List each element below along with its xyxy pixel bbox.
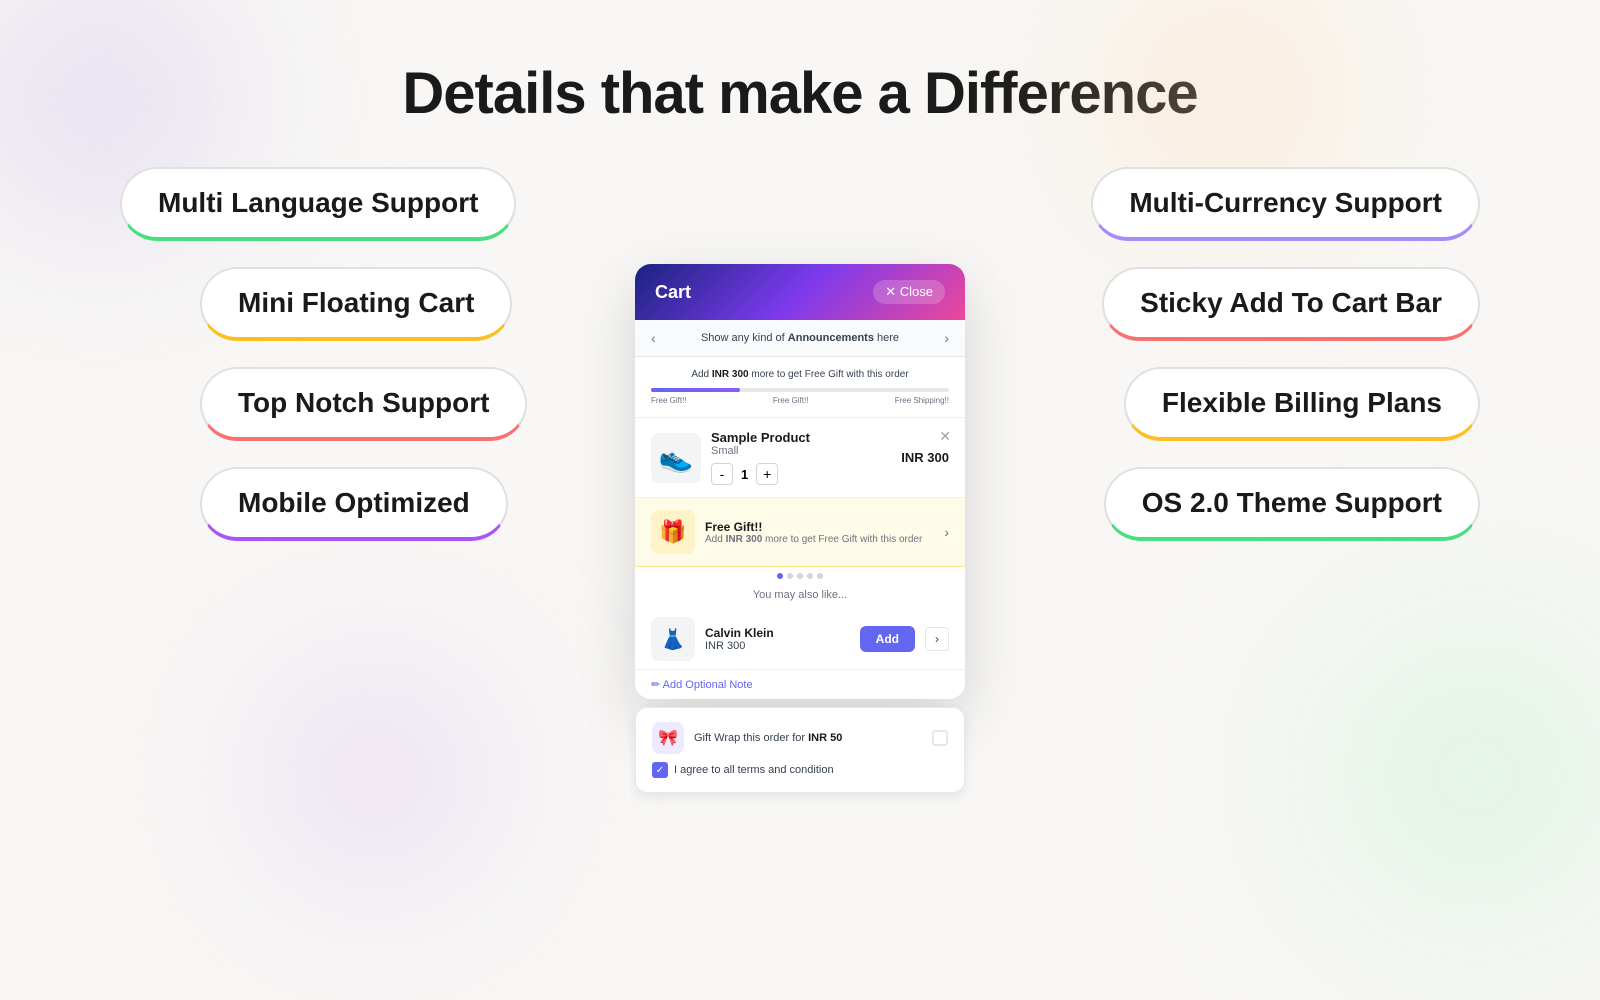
feature-label: Multi Language Support xyxy=(158,187,478,219)
feature-label: Mobile Optimized xyxy=(238,487,470,519)
rec-name: Calvin Klein xyxy=(705,626,850,640)
announcement-next[interactable]: › xyxy=(944,330,949,346)
progress-labels: Free Gift!! Free Gift!! Free Shipping!! xyxy=(651,396,949,405)
feature-label: Flexible Billing Plans xyxy=(1162,387,1442,419)
qty-value: 1 xyxy=(741,467,748,482)
terms-checkbox[interactable]: ✓ xyxy=(652,762,668,778)
progress-bar-track xyxy=(651,388,949,392)
gift-details: Free Gift!! Add INR 300 more to get Free… xyxy=(705,520,934,545)
feature-pill-sticky-cart[interactable]: Sticky Add To Cart Bar xyxy=(1102,267,1480,341)
rec-details: Calvin Klein INR 300 xyxy=(705,626,850,652)
qty-decrease[interactable]: - xyxy=(711,463,733,485)
feature-pill-multi-currency[interactable]: Multi-Currency Support xyxy=(1091,167,1480,241)
announcement-bar: ‹ Show any kind of Announcements here › xyxy=(635,320,965,357)
progress-bar-fill xyxy=(651,388,740,392)
announcement-text: Show any kind of Announcements here xyxy=(656,332,945,344)
progress-label-2: Free Gift!! xyxy=(773,396,809,405)
phone-mockup: Cart ✕ Close ‹ Show any kind of Announce… xyxy=(630,264,970,793)
feature-label: Sticky Add To Cart Bar xyxy=(1140,287,1442,319)
cart-modal: Cart ✕ Close ‹ Show any kind of Announce… xyxy=(635,264,965,699)
progress-bar-container xyxy=(651,388,949,392)
gift-name: Free Gift!! xyxy=(705,520,934,534)
gift-wrap-icon: 🎀 xyxy=(652,722,684,754)
cart-title: Cart xyxy=(655,282,691,303)
rec-nav-arrow[interactable]: › xyxy=(925,627,949,651)
rec-dot-4 xyxy=(807,573,813,579)
cart-header: Cart ✕ Close xyxy=(635,264,965,320)
gift-wrap-text: Gift Wrap this order for INR 50 xyxy=(694,732,922,744)
close-button[interactable]: ✕ Close xyxy=(873,280,945,304)
recommendation-item: 👗 Calvin Klein INR 300 Add › xyxy=(635,609,965,670)
content-area: Multi Language Support Mini Floating Car… xyxy=(0,157,1600,900)
item-details: Sample Product Small - 1 + xyxy=(711,430,891,485)
cart-item: 👟 Sample Product Small - 1 + INR 300 ✕ xyxy=(635,418,965,498)
gift-arrow[interactable]: › xyxy=(944,524,949,540)
feature-label: Multi-Currency Support xyxy=(1129,187,1442,219)
cart-bottom-bar: 🎀 Gift Wrap this order for INR 50 ✓ I ag… xyxy=(635,707,965,793)
rec-dot-1 xyxy=(777,573,783,579)
item-remove[interactable]: ✕ xyxy=(939,428,951,445)
qty-increase[interactable]: + xyxy=(756,463,778,485)
recommendation-dots xyxy=(635,567,965,585)
item-image: 👟 xyxy=(651,433,701,483)
rec-price: INR 300 xyxy=(705,640,850,652)
progress-label-1: Free Gift!! xyxy=(651,396,687,405)
item-variant: Small xyxy=(711,445,891,457)
feature-pill-os-theme[interactable]: OS 2.0 Theme Support xyxy=(1104,467,1480,541)
you-may-like: You may also like... xyxy=(635,585,965,609)
page-container: Details that make a Difference Multi Lan… xyxy=(0,0,1600,900)
progress-message: Add INR 300 more to get Free Gift with t… xyxy=(651,369,949,380)
rec-dot-3 xyxy=(797,573,803,579)
progress-label-3: Free Shipping!! xyxy=(895,396,949,405)
rec-image: 👗 xyxy=(651,617,695,661)
feature-pill-top-notch[interactable]: Top Notch Support xyxy=(200,367,527,441)
feature-label: Mini Floating Cart xyxy=(238,287,474,319)
feature-pill-multi-language[interactable]: Multi Language Support xyxy=(120,167,516,241)
add-to-cart-button[interactable]: Add xyxy=(860,626,915,652)
note-label: ✏ Add Optional Note xyxy=(651,678,753,691)
feature-label: Top Notch Support xyxy=(238,387,489,419)
progress-section: Add INR 300 more to get Free Gift with t… xyxy=(635,357,965,418)
rec-dot-5 xyxy=(817,573,823,579)
free-gift-section: 🎁 Free Gift!! Add INR 300 more to get Fr… xyxy=(635,498,965,567)
item-price: INR 300 xyxy=(901,450,949,465)
feature-label: OS 2.0 Theme Support xyxy=(1142,487,1442,519)
gift-desc: Add INR 300 more to get Free Gift with t… xyxy=(705,534,934,545)
note-section[interactable]: ✏ Add Optional Note xyxy=(635,670,965,699)
gift-image: 🎁 xyxy=(651,510,695,554)
rec-dot-2 xyxy=(787,573,793,579)
page-title: Details that make a Difference xyxy=(402,60,1197,127)
item-name: Sample Product xyxy=(711,430,891,445)
terms-row: ✓ I agree to all terms and condition xyxy=(652,762,948,778)
feature-pill-flexible-billing[interactable]: Flexible Billing Plans xyxy=(1124,367,1480,441)
terms-label: I agree to all terms and condition xyxy=(674,764,834,776)
feature-pill-mini-floating[interactable]: Mini Floating Cart xyxy=(200,267,512,341)
gift-wrap-row: 🎀 Gift Wrap this order for INR 50 xyxy=(652,722,948,754)
qty-controls: - 1 + xyxy=(711,463,891,485)
gift-wrap-checkbox[interactable] xyxy=(932,730,948,746)
feature-pill-mobile-optimized[interactable]: Mobile Optimized xyxy=(200,467,508,541)
